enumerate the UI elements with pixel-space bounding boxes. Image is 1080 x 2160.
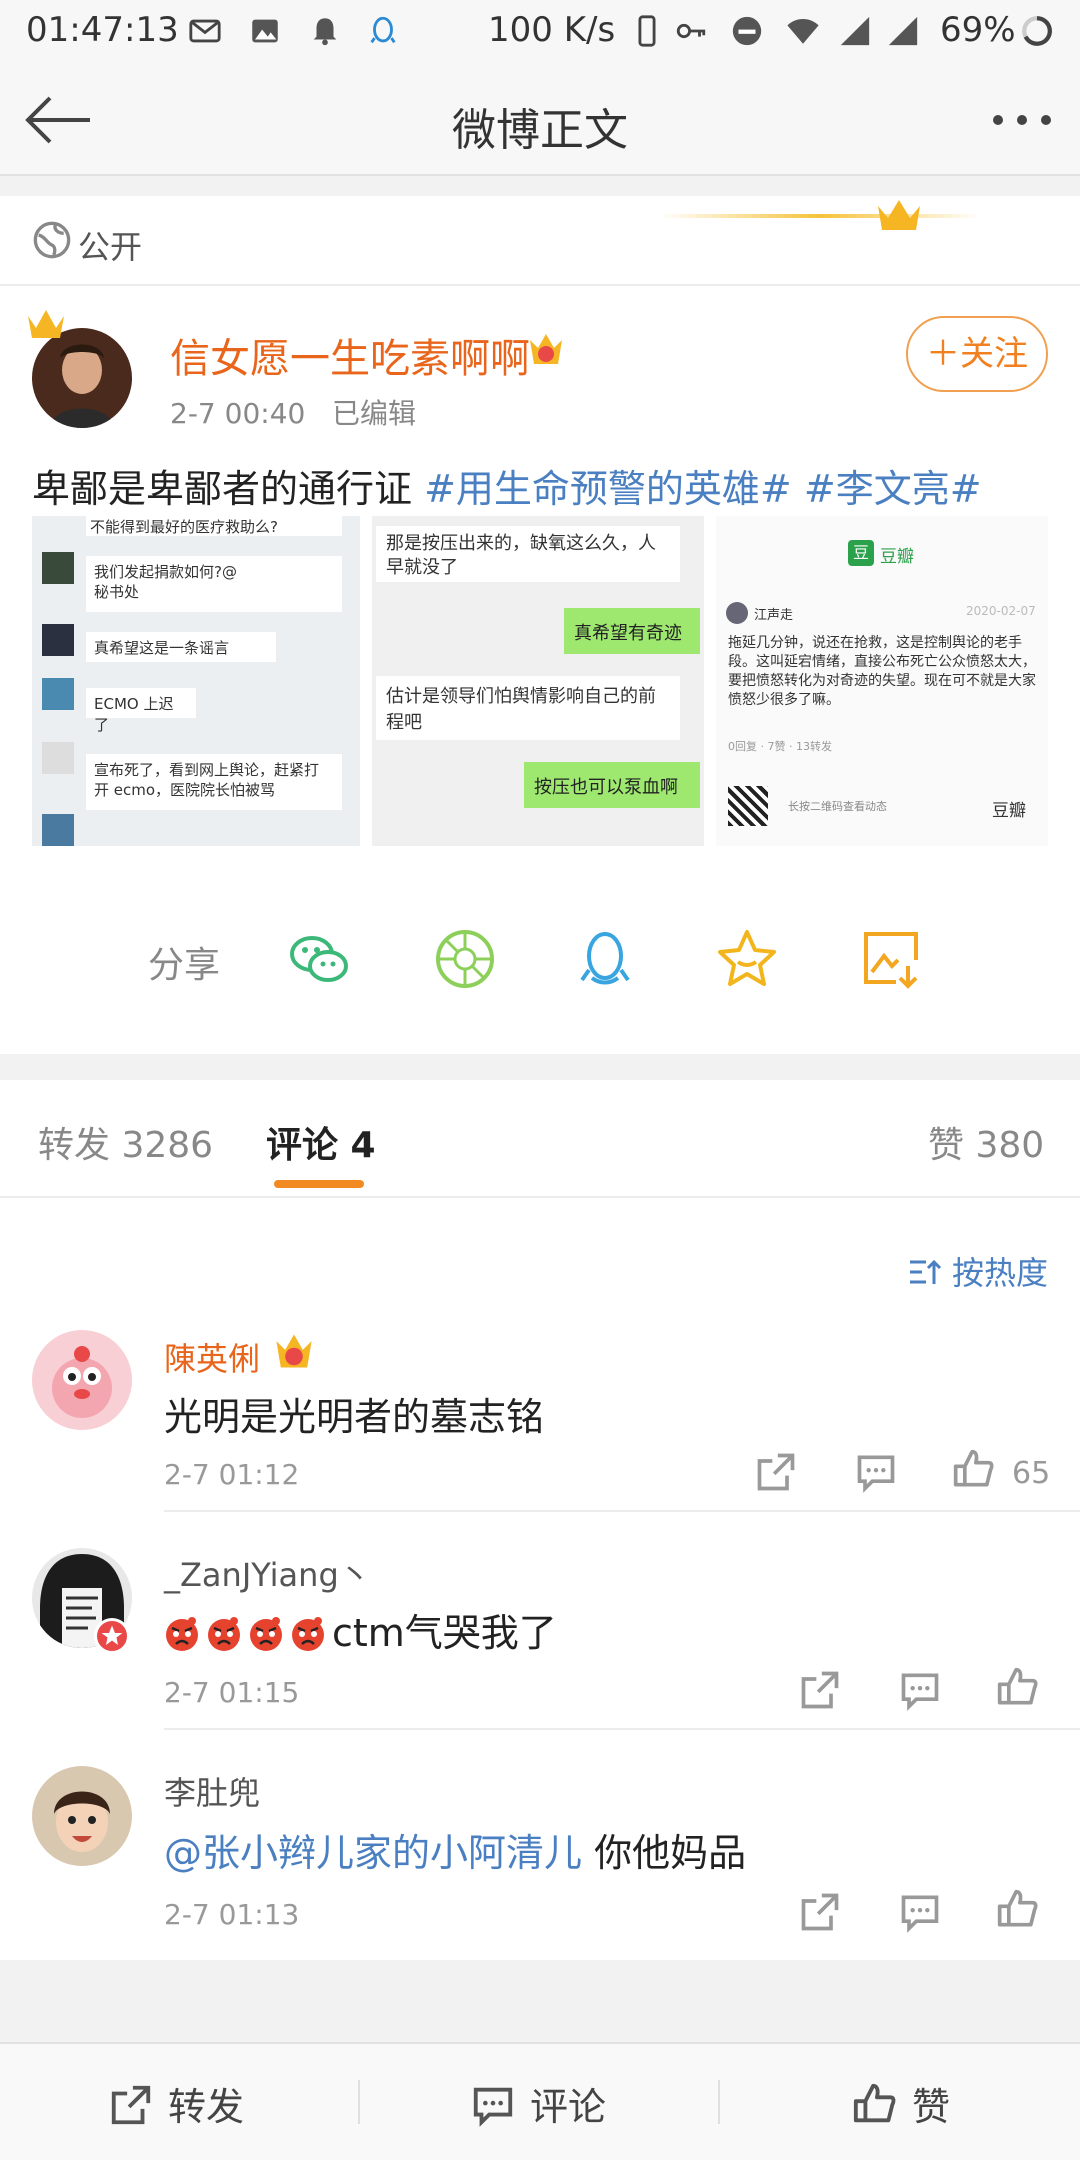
divider: [718, 2080, 720, 2124]
do-not-disturb-icon: [732, 16, 762, 46]
status-bar: 01:47:13 100 K/s 69%: [0, 0, 1080, 64]
commenter-name[interactable]: _ZanJYiang丶: [164, 1550, 371, 1596]
repost-icon: [111, 2085, 151, 2125]
author-avatar[interactable]: [32, 328, 132, 428]
hashtag-li-wenliang[interactable]: #李文亮#: [804, 467, 982, 511]
net-speed: 100 K/s: [488, 10, 616, 50]
verified-badge-icon: [94, 1618, 130, 1654]
battery-ring-icon: [1022, 16, 1052, 46]
chat-avatar: [42, 624, 74, 656]
divider: [358, 2080, 360, 2124]
comment-text: ctm气哭我了: [164, 1602, 557, 1657]
post-image-3[interactable]: 豆 豆瓣 江声走 2020-02-07 拖延几分钟，说还在抢救，这是控制舆论的老…: [716, 516, 1048, 846]
chat-avatar: [42, 814, 74, 846]
like-comment-icon[interactable]: [996, 1888, 1040, 1932]
chat-avatar: [42, 678, 74, 710]
commenter-name[interactable]: 李肚兜: [164, 1768, 260, 1814]
signal-icon-1: [840, 16, 870, 46]
commenter-avatar[interactable]: [32, 1330, 132, 1430]
comment-time: 2-7 01:13: [164, 1898, 300, 1931]
bottom-action-bar: 转发 评论 赞: [0, 2042, 1080, 2160]
like-button[interactable]: 赞: [852, 2076, 950, 2131]
share-row: 分享: [0, 916, 1080, 1006]
reply-comment-icon[interactable]: [898, 1890, 942, 1934]
key-icon: [676, 23, 706, 39]
douban-logo-icon: 豆: [848, 540, 874, 566]
wechat-icon[interactable]: [286, 926, 352, 992]
post-image-2[interactable]: 那是按压出来的，缺氧这么久，人 早就没了 真希望有奇迹 估计是领导们怕舆情影响自己…: [372, 516, 704, 846]
hashtag-hero[interactable]: #用生命预警的英雄#: [424, 467, 792, 511]
reply-comment-icon[interactable]: [854, 1450, 898, 1494]
comment-time: 2-7 01:15: [164, 1676, 300, 1709]
mail-icon: [189, 19, 221, 43]
avatar-crown-icon: [28, 310, 64, 338]
mention-link[interactable]: @张小辫儿家的小阿清儿: [164, 1831, 582, 1875]
more-options-icon[interactable]: [990, 112, 1054, 128]
tab-comments[interactable]: 评论 4: [266, 1116, 376, 1168]
moments-icon[interactable]: [432, 926, 498, 992]
commenter-name[interactable]: 陳英俐: [164, 1334, 260, 1380]
visibility-label: 公开: [78, 228, 143, 266]
chat-avatar: [42, 552, 74, 584]
page-title: 微博正文: [452, 105, 628, 156]
angry-emoji-icon: [166, 1617, 324, 1651]
comment-icon: [473, 2087, 513, 2127]
repost-comment-icon[interactable]: [754, 1450, 798, 1494]
repost-comment-icon[interactable]: [798, 1668, 842, 1712]
chat-avatar: [42, 742, 74, 774]
edited-label: 已编辑: [332, 397, 417, 430]
globe-icon: [33, 221, 71, 259]
share-label: 分享: [148, 945, 221, 986]
like-count: 65: [1012, 1456, 1051, 1491]
post-image-1[interactable]: 不能得到最好的医疗救助么? 我们发起捐款如何?@ 秘书处 真希望这是一条谣言 EC…: [32, 516, 360, 846]
comment-text: 光明是光明者的墓志铭: [164, 1395, 545, 1439]
post-time: 2-7 00:40 已编辑: [170, 397, 417, 430]
comments-list: 按热度 陳英俐 光明是光明者的墓志铭 2-7 01:12 65 _ZanJYia…: [0, 1198, 1080, 1960]
comment-button[interactable]: 评论: [470, 2076, 606, 2131]
sort-by-hot-button[interactable]: 按热度: [908, 1248, 1048, 1294]
reply-comment-icon[interactable]: [898, 1668, 942, 1712]
interaction-tabs: 转发 3286 评论 4 赞 380: [0, 1080, 1080, 1198]
notification-bell-icon: [313, 18, 337, 46]
vip-badge-icon: [530, 334, 562, 364]
status-time: 01:47:13: [26, 10, 179, 50]
comment-item: _ZanJYiang丶 ctm气哭我了 2-7 01:15: [0, 1512, 1080, 1730]
comment-time: 2-7 01:12: [164, 1458, 300, 1491]
follow-button[interactable]: ＋关注: [906, 316, 1048, 392]
tab-likes[interactable]: 赞 380: [928, 1116, 1044, 1168]
comment-item: 陳英俐 光明是光明者的墓志铭 2-7 01:12 65: [0, 1328, 1080, 1512]
comment-item: 李肚兜 @张小辫儿家的小阿清儿 你他妈品 2-7 01:13: [0, 1730, 1080, 1954]
active-tab-indicator: [274, 1180, 364, 1188]
author-name[interactable]: 信女愿一生吃素啊啊: [170, 326, 530, 384]
post-card: 公开 信女愿一生吃素啊啊 2-7 00:40 已编辑 ＋关注 卑鄙是卑鄙者的通行…: [0, 196, 1080, 1054]
douban-user-avatar: [726, 602, 748, 624]
commenter-avatar[interactable]: [32, 1766, 132, 1866]
signal-icon-2: [888, 16, 918, 46]
repost-comment-icon[interactable]: [798, 1890, 842, 1934]
qq-share-icon[interactable]: [572, 926, 638, 992]
header-decoration-line: [660, 214, 980, 218]
like-comment-icon[interactable]: [996, 1666, 1040, 1710]
battery-level: 69%: [940, 10, 1016, 50]
qr-code: [728, 786, 768, 826]
vip-badge-icon: [276, 1334, 312, 1368]
sort-label: 按热度: [951, 1254, 1048, 1292]
phone-icon: [638, 15, 656, 47]
comment-text: @张小辫儿家的小阿清儿 你他妈品: [164, 1831, 747, 1875]
save-image-icon[interactable]: [858, 926, 924, 992]
sort-icon: [909, 1259, 941, 1284]
post-text: 卑鄙是卑鄙者的通行证 #用生命预警的英雄# #李文亮#: [32, 467, 982, 511]
tab-reposts[interactable]: 转发 3286: [38, 1116, 213, 1168]
repost-button[interactable]: 转发: [108, 2076, 244, 2131]
title-bar: 微博正文: [0, 64, 1080, 176]
favorite-star-icon[interactable]: [714, 926, 780, 992]
gallery-icon: [252, 19, 278, 43]
like-comment-icon[interactable]: [952, 1448, 996, 1492]
qq-icon: [370, 16, 396, 44]
wifi-icon: [787, 18, 819, 44]
like-icon: [853, 2083, 896, 2123]
visibility-row: 公开: [0, 196, 1080, 286]
crown-icon: [878, 200, 920, 230]
